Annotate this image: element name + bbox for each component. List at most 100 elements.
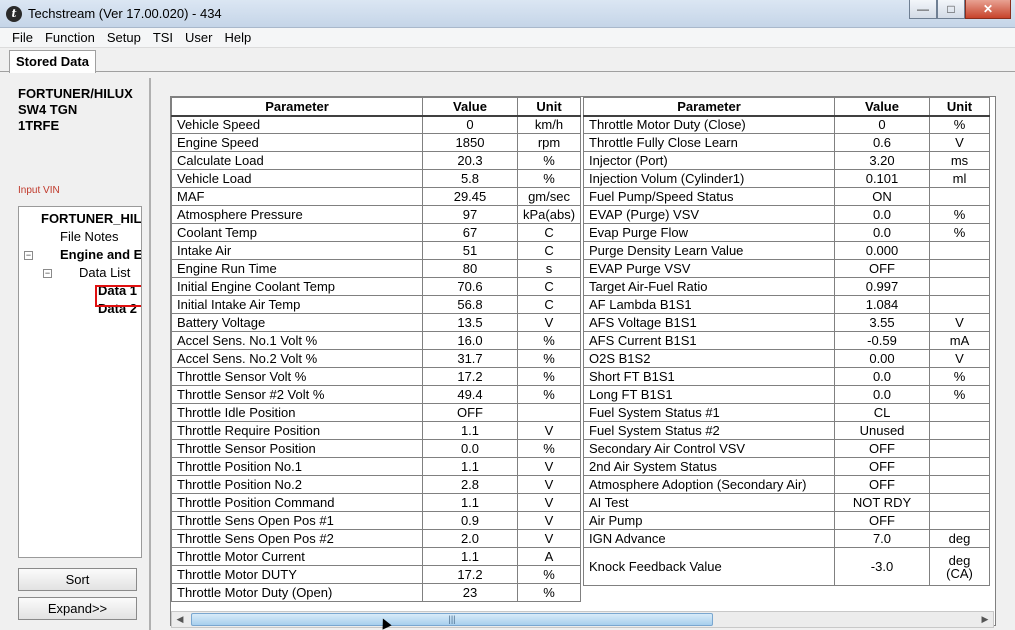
table-row[interactable]: Throttle Position No.2 2.8 V [171,475,582,494]
window-controls: — □ ✕ [909,0,1011,20]
table-row[interactable]: EVAP Purge VSV OFF [583,259,990,278]
table-row[interactable]: Injector (Port) 3.20 ms [583,151,990,170]
table-row[interactable]: AFS Voltage B1S1 3.55 V [583,313,990,332]
table-row[interactable]: Throttle Motor DUTY 17.2% [171,565,582,584]
unit-cell [929,457,990,476]
table-row[interactable]: Accel Sens. No.2 Volt % 31.7% [171,349,582,368]
table-row[interactable]: Throttle Position Command 1.1 V [171,493,582,512]
scroll-left-icon[interactable]: ◀ [172,612,188,627]
param-cell: Throttle Sens Open Pos #1 [171,511,423,530]
table-row[interactable]: Throttle Require Position 1.1 V [171,421,582,440]
close-button[interactable]: ✕ [965,0,1011,19]
param-cell: Injector (Port) [583,151,835,170]
header-value[interactable]: Value [422,97,518,117]
unit-cell: mA [929,331,990,350]
table-row[interactable]: Throttle Sens Open Pos #2 2.0 V [171,529,582,548]
table-row[interactable]: Throttle Motor Current 1.1 A [171,547,582,566]
table-row[interactable]: Engine Speed 1850 rpm [171,133,582,152]
table-row[interactable]: Short FT B1S1 0.0% [583,367,990,386]
unit-cell: % [516,565,582,584]
table-row[interactable]: AFS Current B1S1 -0.59 mA [583,331,990,350]
table-row[interactable]: EVAP (Purge) VSV 0.0% [583,205,990,224]
value-cell: 97 [422,205,518,224]
table-row[interactable]: Calculate Load 20.3% [171,151,582,170]
collapse-datalist-icon[interactable]: − [43,269,52,278]
param-cell: Throttle Position No.1 [171,457,423,476]
table-row[interactable]: AF Lambda B1S1 1.084 [583,295,990,314]
unit-cell [929,259,990,278]
table-row[interactable]: Fuel System Status #2 Unused [583,421,990,440]
table-row[interactable]: 2nd Air System Status OFF [583,457,990,476]
table-row[interactable]: Coolant Temp 67 C [171,223,582,242]
table-row[interactable]: Vehicle Speed 0 km/h [171,115,582,134]
unit-cell: % [516,349,582,368]
unit-cell: V [516,475,582,494]
table-row[interactable]: Throttle Position No.1 1.1 V [171,457,582,476]
app-icon: t [6,6,22,22]
value-cell: 1850 [422,133,518,152]
table-row[interactable]: Fuel Pump/Speed Status ON [583,187,990,206]
scroll-thumb[interactable]: ||| [191,613,713,626]
table-row[interactable]: Intake Air 51 C [171,241,582,260]
tab-stored-data[interactable]: Stored Data [9,50,96,73]
table-row[interactable]: Atmosphere Adoption (Secondary Air) OFF [583,475,990,494]
table-row[interactable]: Air Pump OFF [583,511,990,530]
header-unit[interactable]: Unit [929,97,990,117]
table-row[interactable]: Throttle Sensor Position 0.0% [171,439,582,458]
table-row[interactable]: Fuel System Status #1 CL [583,403,990,422]
table-row[interactable]: Secondary Air Control VSV OFF [583,439,990,458]
table-row[interactable]: Purge Density Learn Value 0.000 [583,241,990,260]
table-row[interactable]: Initial Intake Air Temp 56.8 C [171,295,582,314]
collapse-engine-icon[interactable]: − [24,251,33,260]
tree-engine[interactable]: Engine and E [60,247,141,263]
table-row[interactable]: Battery Voltage 13.5 V [171,313,582,332]
table-row[interactable]: Initial Engine Coolant Temp 70.6 C [171,277,582,296]
value-cell: -3.0 [834,547,930,586]
tree-file-notes[interactable]: File Notes [60,229,119,245]
table-row[interactable]: Throttle Sensor #2 Volt % 49.4% [171,385,582,404]
table-row[interactable]: O2S B1S2 0.00 V [583,349,990,368]
table-row[interactable]: AI Test NOT RDY [583,493,990,512]
header-unit[interactable]: Unit [516,97,582,117]
header-value[interactable]: Value [834,97,930,117]
table-row[interactable]: Throttle Sens Open Pos #1 0.9 V [171,511,582,530]
menu-file[interactable]: File [0,28,39,47]
table-row[interactable]: Atmosphere Pressure 97 kPa(abs) [171,205,582,224]
unit-cell: % [929,223,990,242]
table-row[interactable]: Knock Feedback Value -3.0 deg (CA) [583,547,990,586]
table-row[interactable]: Evap Purge Flow 0.0% [583,223,990,242]
tree-root[interactable]: FORTUNER_HIL [41,211,141,227]
param-cell: Atmosphere Pressure [171,205,423,224]
unit-cell: V [516,457,582,476]
input-vin-link[interactable]: Input VIN [18,185,60,196]
table-row[interactable]: IGN Advance 7.0 deg [583,529,990,548]
table-row[interactable]: Throttle Fully Close Learn 0.6 V [583,133,990,152]
tree-data-list[interactable]: Data List [79,265,130,281]
menu-function[interactable]: Function [39,28,101,47]
left-panel: FORTUNER/HILUX SW4 TGN 1TRFE Input VIN F… [9,78,151,630]
table-row[interactable]: MAF 29.45 gm/sec [171,187,582,206]
expand-button[interactable]: Expand>> [18,597,137,620]
maximize-button[interactable]: □ [937,0,965,19]
menu-tsi[interactable]: TSI [147,28,179,47]
table-row[interactable]: Long FT B1S1 0.0% [583,385,990,404]
header-parameter[interactable]: Parameter [583,97,835,117]
header-parameter[interactable]: Parameter [171,97,423,117]
table-row[interactable]: Throttle Motor Duty (Close) 0% [583,115,990,134]
table-row[interactable]: Engine Run Time 80 s [171,259,582,278]
value-cell: 17.2 [422,367,518,386]
menu-user[interactable]: User [179,28,218,47]
menu-setup[interactable]: Setup [101,28,147,47]
table-row[interactable]: Throttle Motor Duty (Open) 23% [171,583,582,602]
sort-button[interactable]: Sort [18,568,137,591]
table-row[interactable]: Throttle Sensor Volt % 17.2% [171,367,582,386]
scroll-right-icon[interactable]: ▶ [977,612,993,627]
menu-help[interactable]: Help [219,28,258,47]
table-row[interactable]: Accel Sens. No.1 Volt % 16.0% [171,331,582,350]
minimize-button[interactable]: — [909,0,937,19]
table-row[interactable]: Injection Volum (Cylinder1) 0.101 ml [583,169,990,188]
table-row[interactable]: Vehicle Load 5.8% [171,169,582,188]
horizontal-scrollbar[interactable]: ◀ ||| ▶ [171,611,994,628]
table-row[interactable]: Target Air-Fuel Ratio 0.997 [583,277,990,296]
table-row[interactable]: Throttle Idle Position OFF [171,403,582,422]
